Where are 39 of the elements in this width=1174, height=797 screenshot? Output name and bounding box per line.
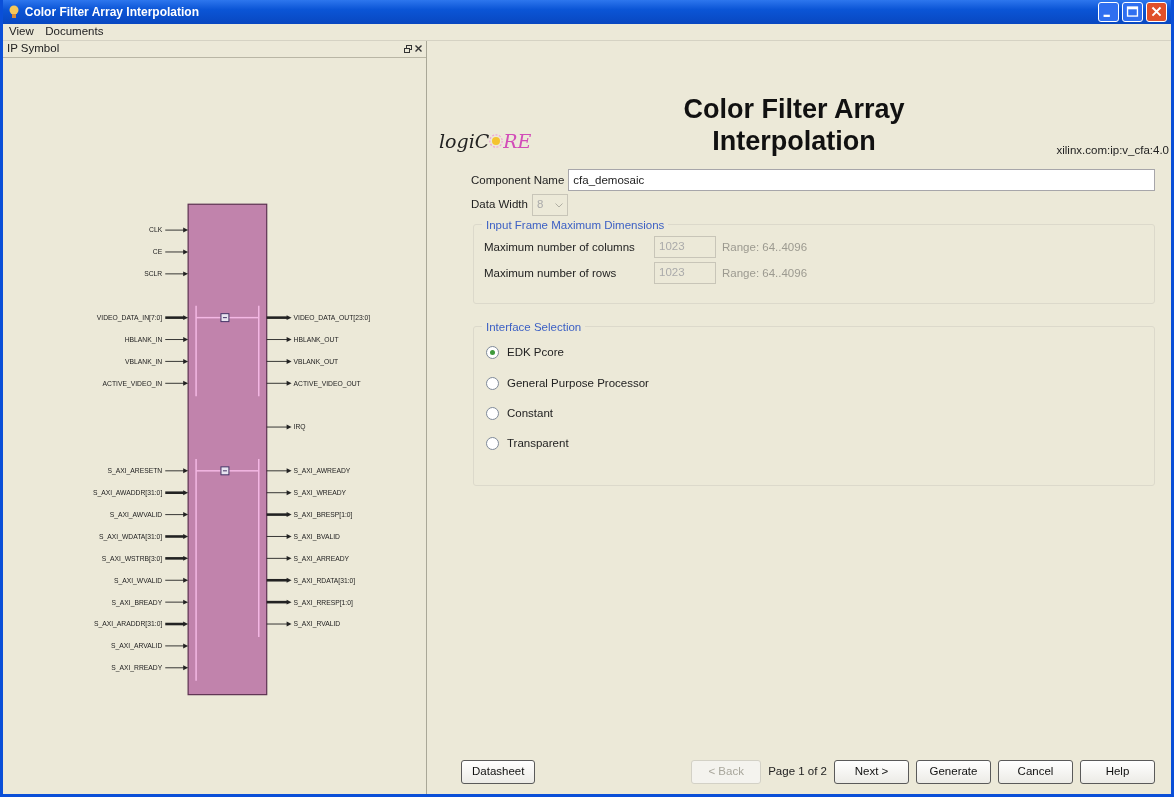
radio-button[interactable] (486, 437, 499, 451)
float-icon[interactable] (404, 44, 413, 53)
radio-label: Transparent (507, 436, 569, 452)
radio-label: Constant (507, 405, 554, 421)
radio-label: General Purpose Processor (507, 375, 649, 391)
dialog-button[interactable]: Cancel (998, 760, 1073, 784)
radio-button[interactable] (486, 376, 499, 390)
radio-button[interactable] (486, 406, 499, 420)
ip-title: Color Filter Array Interpolation (682, 92, 906, 158)
app-icon (9, 4, 19, 19)
component-name-field[interactable]: cfa_demosaic (568, 169, 1155, 192)
maximize-button[interactable] (1122, 1, 1144, 22)
minimize-button[interactable] (1098, 1, 1120, 22)
collapse-icon[interactable] (220, 313, 230, 322)
radio-label: EDK Pcore (507, 345, 564, 361)
logo-text: RE (503, 128, 532, 154)
range-hint: Range: 64..4096 (722, 239, 808, 255)
dialog-button[interactable]: Help (1080, 760, 1155, 784)
close-icon[interactable] (415, 45, 422, 53)
menu-item[interactable]: View (9, 23, 34, 41)
radio-button[interactable] (486, 346, 499, 360)
field-label: Data Width (471, 197, 528, 213)
datasheet-button[interactable]: Datasheet (461, 760, 536, 784)
field-label: Maximum number of rows (484, 265, 618, 281)
collapse-icon[interactable] (220, 466, 230, 476)
sun-icon (489, 134, 504, 149)
menu-item[interactable]: Documents (45, 23, 104, 41)
panel-title: IP Symbol (7, 41, 60, 57)
field-label: Maximum number of columns (484, 239, 636, 255)
field-label: Component Name (471, 172, 565, 188)
page-indicator: Page 1 of 2 (768, 764, 827, 780)
core-identifier: xilinx.com:ip:v_cfa:4.0 (1056, 143, 1169, 159)
caret-icon (554, 202, 563, 208)
dialog-button[interactable]: Next > (834, 760, 909, 784)
range-hint: Range: 64..4096 (722, 265, 808, 281)
logo-text: logiC (439, 128, 490, 154)
window-title: Color Filter Array Interpolation (24, 3, 199, 21)
dialog-button[interactable]: Generate (916, 760, 991, 784)
close-button[interactable] (1146, 1, 1167, 22)
